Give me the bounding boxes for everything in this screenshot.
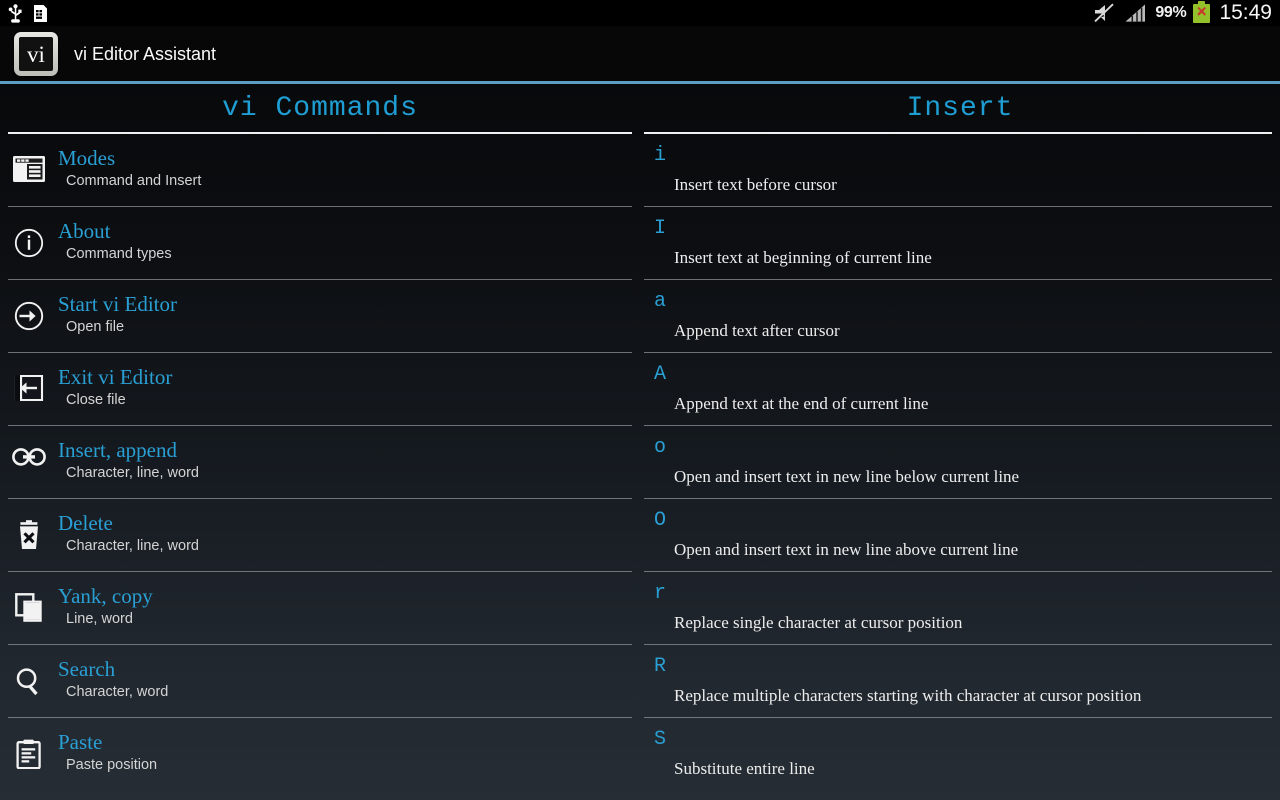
list-item-title: About	[58, 219, 172, 243]
list-item[interactable]: Search Character, word	[0, 645, 640, 717]
list-item-texts: Exit vi Editor Close file	[58, 365, 172, 410]
app-icon-label: vi	[19, 37, 53, 71]
list-item[interactable]: Exit vi Editor Close file	[0, 353, 640, 425]
left-column-header: vi Commands	[0, 84, 640, 132]
command-description: Replace single character at cursor posit…	[654, 612, 1280, 634]
list-item-texts: Yank, copy Line, word	[58, 584, 153, 629]
page-title: vi Editor Assistant	[74, 44, 216, 65]
command-item[interactable]: O Open and insert text in new line above …	[640, 499, 1280, 571]
list-item-texts: Search Character, word	[58, 657, 168, 702]
command-key: O	[654, 509, 1280, 533]
list-item[interactable]: Delete Character, line, word	[0, 499, 640, 571]
list-item[interactable]: Start vi Editor Open file	[0, 280, 640, 352]
command-description: Replace multiple characters starting wit…	[654, 685, 1280, 707]
list-item[interactable]: Yank, copy Line, word	[0, 572, 640, 644]
list-item-title: Delete	[58, 511, 199, 535]
command-description: Substitute entire line	[654, 758, 1280, 780]
logout-arrow-icon	[0, 365, 58, 402]
list-item-subtitle: Close file	[58, 391, 172, 410]
list-item-title: Paste	[58, 730, 157, 754]
clock-label: 15:49	[1219, 1, 1272, 25]
list-item-texts: Modes Command and Insert	[58, 146, 201, 191]
battery-percent-label: 99%	[1155, 4, 1186, 22]
command-item[interactable]: R Replace multiple characters starting wi…	[640, 645, 1280, 717]
command-item[interactable]: i Insert text before cursor	[640, 134, 1280, 206]
command-description: Insert text at beginning of current line	[654, 247, 1280, 269]
usb-icon	[8, 4, 23, 23]
command-key: A	[654, 363, 1280, 387]
list-item[interactable]: Paste Paste position	[0, 718, 640, 790]
command-description: Insert text before cursor	[654, 174, 1280, 196]
command-key: r	[654, 582, 1280, 606]
list-item-texts: Paste Paste position	[58, 730, 157, 775]
command-key: o	[654, 436, 1280, 460]
list-item-title: Insert, append	[58, 438, 199, 462]
info-circle-icon	[0, 219, 58, 258]
left-column: vi Commands Modes Command and Insert About…	[0, 84, 640, 800]
command-description: Open and insert text in new line above c…	[654, 539, 1280, 561]
command-description: Open and insert text in new line below c…	[654, 466, 1280, 488]
list-item-subtitle: Command types	[58, 245, 172, 264]
command-description: Append text at the end of current line	[654, 393, 1280, 415]
command-key: S	[654, 728, 1280, 752]
right-column: Insert i Insert text before cursor I Insert…	[640, 84, 1280, 800]
magnifier-icon	[0, 657, 58, 696]
status-bar: 99% 15:49	[0, 0, 1280, 26]
list-item-subtitle: Open file	[58, 318, 177, 337]
signal-bars-icon	[1124, 3, 1148, 23]
trash-delete-icon	[0, 511, 58, 550]
list-item-subtitle: Paste position	[58, 756, 157, 775]
command-key: a	[654, 290, 1280, 314]
list-item-texts: Insert, append Character, line, word	[58, 438, 199, 483]
accent-rule	[0, 81, 1280, 84]
list-item-title: Exit vi Editor	[58, 365, 172, 389]
command-item[interactable]: A Append text at the end of current line	[640, 353, 1280, 425]
command-description: Append text after cursor	[654, 320, 1280, 342]
window-panel-icon	[0, 146, 58, 183]
list-item-texts: Delete Character, line, word	[58, 511, 199, 556]
app-root: 99% 15:49 vi vi Editor Assistant vi Comm…	[0, 0, 1280, 800]
right-column-header: Insert	[640, 84, 1280, 132]
volume-mute-icon	[1093, 3, 1117, 23]
command-key: i	[654, 144, 1280, 168]
list-item[interactable]: Modes Command and Insert	[0, 134, 640, 206]
command-item[interactable]: r Replace single character at cursor posi…	[640, 572, 1280, 644]
list-item-title: Search	[58, 657, 168, 681]
list-item[interactable]: Insert, append Character, line, word	[0, 426, 640, 498]
list-item-title: Start vi Editor	[58, 292, 177, 316]
list-item-subtitle: Character, word	[58, 683, 168, 702]
command-key: R	[654, 655, 1280, 679]
status-bar-right-icons: 99% 15:49	[1093, 1, 1272, 25]
list-item-subtitle: Line, word	[58, 610, 153, 629]
command-key: I	[654, 217, 1280, 241]
status-bar-left-icons	[8, 4, 49, 23]
list-item-texts: About Command types	[58, 219, 172, 264]
list-item-title: Yank, copy	[58, 584, 153, 608]
login-arrow-icon	[0, 292, 58, 331]
list-item-title: Modes	[58, 146, 201, 170]
battery-icon	[1193, 4, 1210, 23]
list-item[interactable]: About Command types	[0, 207, 640, 279]
command-item[interactable]: I Insert text at beginning of current lin…	[640, 207, 1280, 279]
chain-link-icon	[0, 438, 58, 467]
vi-commands-list: Modes Command and Insert About Command type…	[0, 134, 640, 790]
action-bar: vi vi Editor Assistant	[0, 26, 1280, 82]
list-item-texts: Start vi Editor Open file	[58, 292, 177, 337]
sim-card-alert-icon	[33, 4, 49, 23]
insert-commands-list: i Insert text before cursor I Insert text a…	[640, 134, 1280, 790]
copy-pages-icon	[0, 584, 58, 623]
clipboard-icon	[0, 730, 58, 769]
content-area: vi Commands Modes Command and Insert About…	[0, 84, 1280, 800]
command-item[interactable]: a Append text after cursor	[640, 280, 1280, 352]
list-item-subtitle: Command and Insert	[58, 172, 201, 191]
command-item[interactable]: o Open and insert text in new line below …	[640, 426, 1280, 498]
list-item-subtitle: Character, line, word	[58, 464, 199, 483]
list-item-subtitle: Character, line, word	[58, 537, 199, 556]
app-icon: vi	[14, 32, 58, 76]
command-item[interactable]: S Substitute entire line	[640, 718, 1280, 790]
